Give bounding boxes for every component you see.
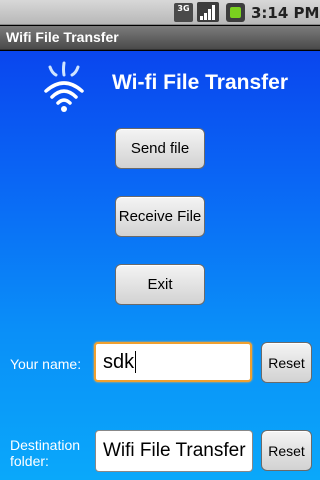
destination-folder-input[interactable]: Wifi File Transfer bbox=[95, 430, 253, 472]
network-type-text: 3G bbox=[177, 4, 190, 13]
status-bar: 3G 3:14 PM bbox=[0, 0, 320, 25]
title-bar: Wifi File Transfer bbox=[0, 26, 320, 50]
your-name-label: Your name: bbox=[10, 356, 82, 372]
destination-folder-label: Destination folder: bbox=[10, 437, 81, 469]
battery-charging-icon bbox=[226, 3, 245, 22]
app-title: Wi-fi File Transfer bbox=[112, 71, 289, 94]
reset-name-button[interactable]: Reset bbox=[261, 342, 312, 383]
your-name-value: sdk bbox=[103, 350, 135, 373]
network-3g-icon: 3G bbox=[174, 3, 193, 22]
main-content: Wi-fi File Transfer Send file Receive Fi… bbox=[0, 51, 320, 480]
exit-button[interactable]: Exit bbox=[115, 264, 205, 305]
window-title: Wifi File Transfer bbox=[6, 29, 119, 45]
your-name-input[interactable]: sdk bbox=[94, 342, 252, 382]
wifi-logo-icon bbox=[44, 61, 84, 112]
receive-file-button[interactable]: Receive File bbox=[115, 196, 205, 237]
send-file-button[interactable]: Send file bbox=[115, 128, 205, 169]
signal-strength-icon bbox=[197, 2, 219, 22]
destination-folder-value: Wifi File Transfer bbox=[103, 440, 246, 461]
text-cursor bbox=[135, 351, 137, 373]
status-time: 3:14 PM bbox=[251, 4, 320, 22]
reset-destination-button[interactable]: Reset bbox=[261, 430, 312, 471]
